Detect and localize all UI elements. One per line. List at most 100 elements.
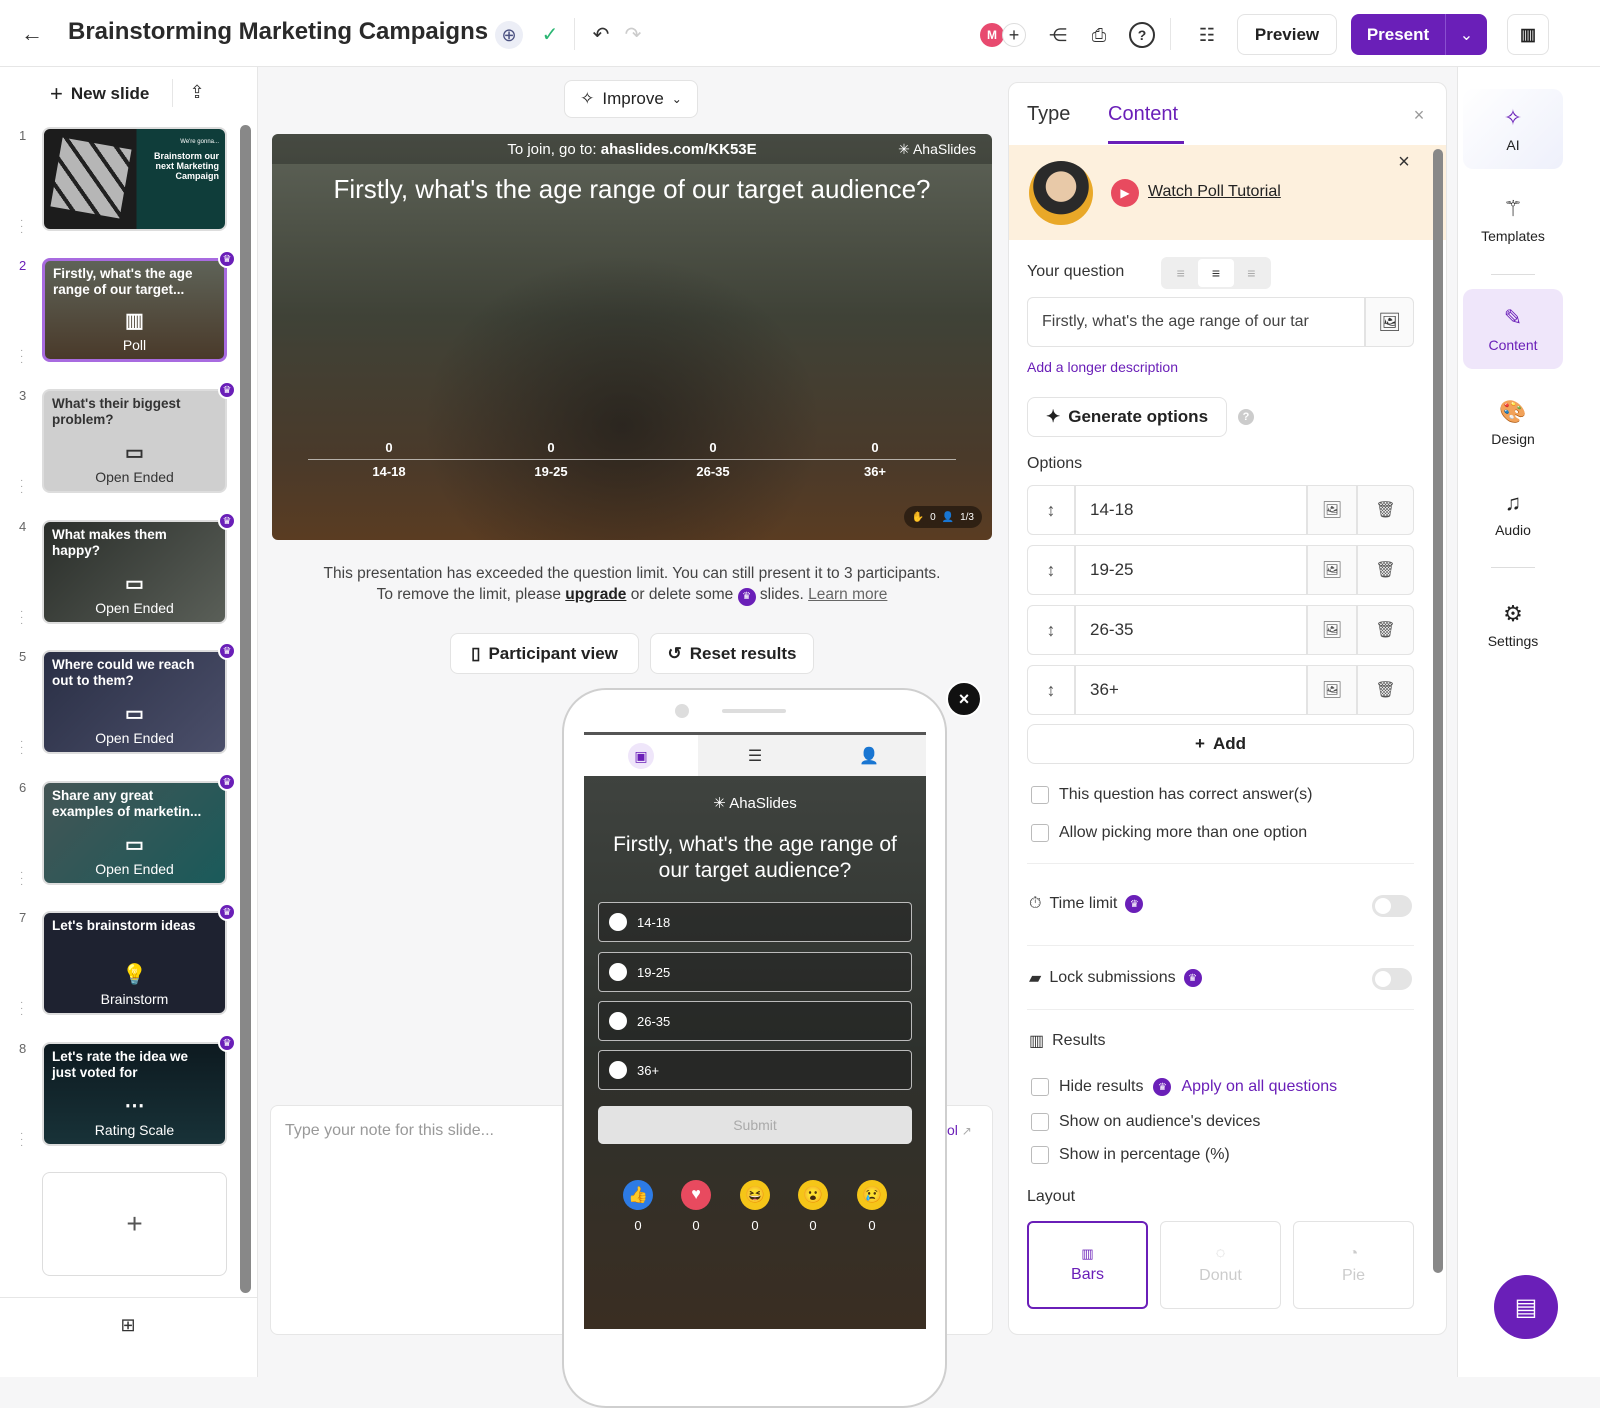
apply-all-link[interactable]: Apply on all questions <box>1181 1078 1337 1096</box>
image-icon[interactable]: 🖼 <box>1307 605 1357 655</box>
preview-button[interactable]: Preview <box>1237 14 1337 55</box>
play-icon[interactable]: ▶ <box>1111 179 1139 207</box>
participant-view-button[interactable]: ▯Participant view <box>450 633 639 674</box>
slide-thumbnail-8[interactable]: Let's rate the idea we just voted for ⋯ … <box>42 1042 227 1146</box>
slide-menu-dots-icon[interactable]: ··· <box>20 1000 23 1018</box>
checkbox[interactable] <box>1031 1078 1049 1096</box>
option-input[interactable]: 36+ <box>1075 665 1307 715</box>
align-left-icon[interactable]: ≡ <box>1163 259 1198 287</box>
multi-pick-checkbox[interactable]: Allow picking more than one option <box>1031 824 1307 842</box>
slide-thumbnail-6[interactable]: Share any great examples of marketin... … <box>42 781 227 885</box>
close-panel-icon[interactable]: × <box>1407 103 1431 127</box>
slide-thumbnail-4[interactable]: What makes them happy? ▭ Open Ended <box>42 520 227 624</box>
upgrade-link[interactable]: upgrade <box>565 586 626 603</box>
close-phone-preview-icon[interactable]: × <box>946 681 982 717</box>
drag-handle-icon[interactable]: ↕ <box>1027 605 1075 655</box>
image-icon[interactable]: 🖼 <box>1307 485 1357 535</box>
radio-button[interactable] <box>609 1061 627 1079</box>
rail-ai[interactable]: ✧AI <box>1463 89 1563 169</box>
sidebar-scrollbar[interactable] <box>240 125 251 1293</box>
layout-bars[interactable]: ▥Bars <box>1027 1221 1148 1309</box>
slide-thumbnail-7[interactable]: Let's brainstorm ideas 💡 Brainstorm <box>42 911 227 1015</box>
notes-link[interactable]: ol ↗ <box>947 1122 972 1138</box>
phone-option[interactable]: 14-18 <box>598 902 912 942</box>
correct-answers-checkbox[interactable]: This question has correct answer(s) <box>1031 786 1312 804</box>
notes-input[interactable]: Type your note for this slide... <box>285 1122 494 1140</box>
drag-handle-icon[interactable]: ↕ <box>1027 485 1075 535</box>
reaction-wow[interactable]: 😮0 <box>797 1180 829 1233</box>
rail-audio[interactable]: ♫Audio <box>1463 474 1563 554</box>
grid-view-icon[interactable]: ⊞ <box>115 1312 141 1338</box>
watch-tutorial-link[interactable]: Watch Poll Tutorial <box>1148 183 1281 201</box>
redo-icon[interactable]: ↷ <box>620 21 646 47</box>
phone-option[interactable]: 36+ <box>598 1050 912 1090</box>
layout-donut[interactable]: ◌Donut <box>1160 1221 1281 1309</box>
globe-icon[interactable]: ⊕ <box>495 21 523 49</box>
slide-thumbnail-3[interactable]: What's their biggest problem? ▭ Open End… <box>42 389 227 493</box>
radio-button[interactable] <box>609 1012 627 1030</box>
slide-menu-dots-icon[interactable]: ··· <box>20 218 23 236</box>
checkbox[interactable] <box>1031 1146 1049 1164</box>
reaction-laugh[interactable]: 😆0 <box>739 1180 771 1233</box>
reaction-thumbs-up[interactable]: 👍0 <box>622 1180 654 1233</box>
rail-design[interactable]: 🎨Design <box>1463 383 1563 463</box>
slide-thumbnail-1[interactable]: We're gonna... Brainstorm our next Marke… <box>42 127 227 231</box>
rail-content[interactable]: ✎Content <box>1463 289 1563 369</box>
avatar[interactable]: M <box>980 23 1004 47</box>
learn-more-link[interactable]: Learn more <box>808 586 887 603</box>
phone-tab-profile-icon[interactable]: 👤 <box>812 735 926 776</box>
tab-content[interactable]: Content <box>1108 103 1178 126</box>
add-slide-button[interactable]: + <box>42 1172 227 1276</box>
rail-templates[interactable]: ⚚Templates <box>1463 180 1563 260</box>
download-file-icon[interactable]: ⎙ <box>1086 22 1112 48</box>
presentation-title[interactable]: Brainstorming Marketing Campaigns <box>68 18 488 46</box>
question-image-icon[interactable]: 🖼 <box>1365 297 1414 347</box>
drag-handle-icon[interactable]: ↕ <box>1027 665 1075 715</box>
phone-option[interactable]: 26-35 <box>598 1001 912 1041</box>
generate-options-button[interactable]: ✦Generate options <box>1027 397 1227 437</box>
align-right-icon[interactable]: ≡ <box>1234 259 1269 287</box>
time-limit-toggle[interactable] <box>1372 895 1412 917</box>
lock-submissions-toggle[interactable] <box>1372 968 1412 990</box>
invite-plus-icon[interactable]: + <box>1002 23 1026 47</box>
submit-button[interactable]: Submit <box>598 1106 912 1144</box>
show-on-devices-checkbox[interactable]: Show on audience's devices <box>1031 1113 1260 1131</box>
results-chart-icon[interactable]: ▥ <box>1507 14 1549 55</box>
slide-menu-dots-icon[interactable]: ··· <box>20 1131 23 1149</box>
slide-menu-dots-icon[interactable]: ··· <box>20 739 23 757</box>
option-input[interactable]: 26-35 <box>1075 605 1307 655</box>
reaction-heart[interactable]: ♥0 <box>680 1180 712 1233</box>
reset-results-button[interactable]: ↺Reset results <box>650 633 814 674</box>
slide-preview[interactable]: To join, go to: ahaslides.com/KK53E ✳ Ah… <box>272 134 992 540</box>
slide-menu-dots-icon[interactable]: ··· <box>20 870 23 888</box>
undo-icon[interactable]: ↶ <box>588 21 614 47</box>
drag-handle-icon[interactable]: ↕ <box>1027 545 1075 595</box>
present-dropdown-chevron-icon[interactable]: ⌄ <box>1445 14 1487 55</box>
align-center-icon[interactable]: ≡ <box>1198 259 1233 287</box>
slide-thumbnail-2[interactable]: Firstly, what's the age range of our tar… <box>42 258 227 362</box>
slide-menu-dots-icon[interactable]: ··· <box>20 478 23 496</box>
radio-button[interactable] <box>609 963 627 981</box>
show-percentage-checkbox[interactable]: Show in percentage (%) <box>1031 1146 1230 1164</box>
delete-icon[interactable]: 🗑 <box>1357 605 1414 655</box>
hide-results-checkbox[interactable]: Hide results♛Apply on all questions <box>1031 1078 1337 1096</box>
option-input[interactable]: 19-25 <box>1075 545 1307 595</box>
tab-type[interactable]: Type <box>1027 103 1070 126</box>
slide-thumbnail-5[interactable]: Where could we reach out to them? ▭ Open… <box>42 650 227 754</box>
back-arrow-icon[interactable]: ← <box>18 20 46 48</box>
delete-icon[interactable]: 🗑 <box>1357 545 1414 595</box>
phone-tab-list-icon[interactable]: ☰ <box>698 735 812 776</box>
radio-button[interactable] <box>609 913 627 931</box>
checkbox[interactable] <box>1031 1113 1049 1131</box>
help-icon[interactable]: ? <box>1238 409 1254 425</box>
image-icon[interactable]: 🖼 <box>1307 545 1357 595</box>
delete-icon[interactable]: 🗑 <box>1357 665 1414 715</box>
notes-checklist-icon[interactable]: ☷ <box>1194 22 1220 48</box>
option-input[interactable]: 14-18 <box>1075 485 1307 535</box>
present-button[interactable]: Present <box>1351 14 1445 55</box>
reaction-sad[interactable]: 😢0 <box>856 1180 888 1233</box>
close-banner-icon[interactable]: × <box>1393 151 1415 173</box>
layout-pie[interactable]: ◔Pie <box>1293 1221 1414 1309</box>
upload-icon[interactable]: ⇪ <box>185 79 209 105</box>
chat-support-icon[interactable]: ▤ <box>1494 1275 1558 1339</box>
